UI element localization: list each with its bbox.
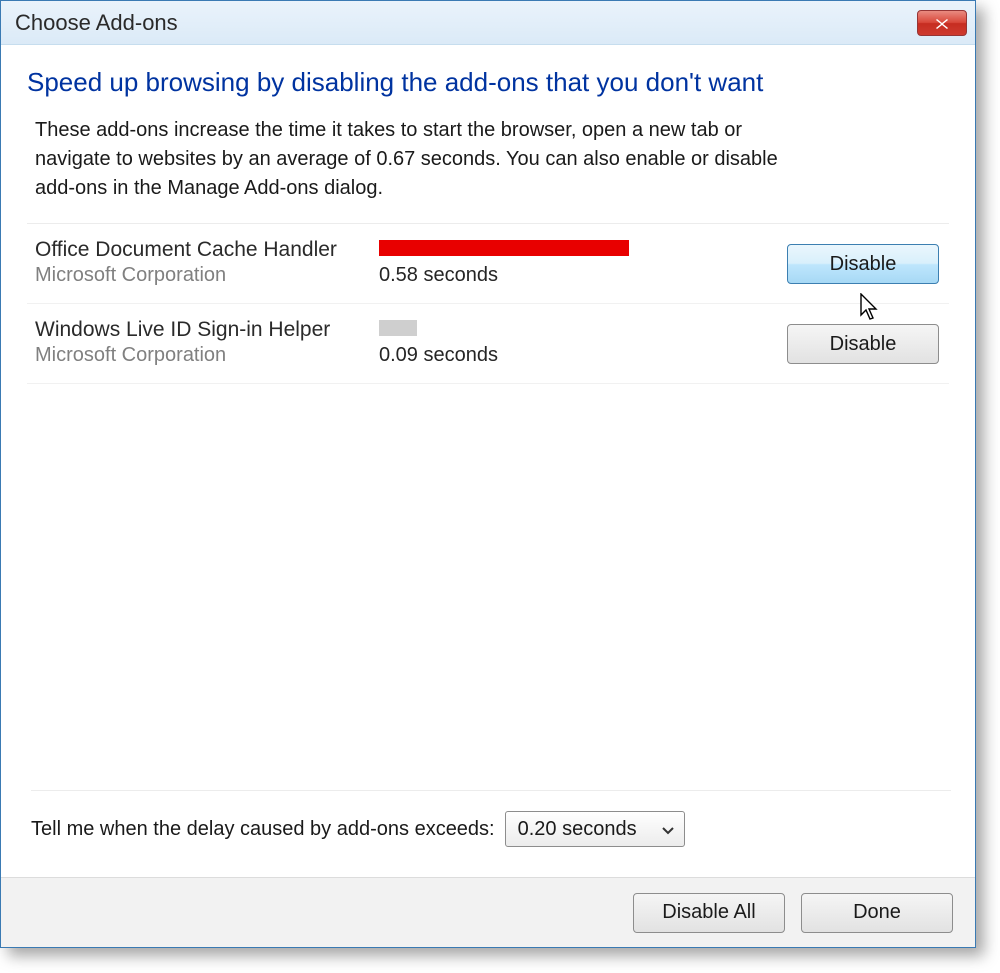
threshold-select[interactable]: 0.20 seconds (505, 811, 685, 847)
headline: Speed up browsing by disabling the add-o… (27, 67, 949, 98)
addon-publisher: Microsoft Corporation (35, 344, 379, 367)
threshold-row: Tell me when the delay caused by add-ons… (31, 790, 951, 847)
dialog-body: Speed up browsing by disabling the add-o… (1, 45, 975, 384)
addon-row: Office Document Cache Handler Microsoft … (27, 224, 949, 304)
done-button[interactable]: Done (801, 893, 953, 933)
load-time-label: 0.09 seconds (379, 344, 689, 367)
close-icon (935, 10, 949, 36)
load-time-bar (379, 320, 417, 336)
load-time-label: 0.58 seconds (379, 264, 689, 287)
close-button[interactable] (917, 10, 967, 36)
addon-name: Office Document Cache Handler (35, 238, 379, 262)
addon-list: Office Document Cache Handler Microsoft … (27, 223, 949, 384)
addon-name: Windows Live ID Sign-in Helper (35, 318, 379, 342)
load-time-bar (379, 240, 629, 256)
intro-text: These add-ons increase the time it takes… (27, 116, 787, 203)
addon-row: Windows Live ID Sign-in Helper Microsoft… (27, 304, 949, 384)
disable-button[interactable]: Disable (787, 244, 939, 284)
dialog-footer: Disable All Done (1, 877, 975, 947)
window-title: Choose Add-ons (15, 10, 917, 36)
threshold-label: Tell me when the delay caused by add-ons… (31, 818, 495, 841)
disable-button[interactable]: Disable (787, 324, 939, 364)
title-bar: Choose Add-ons (1, 1, 975, 45)
dialog-window: Choose Add-ons Speed up browsing by disa… (0, 0, 976, 948)
disable-all-button[interactable]: Disable All (633, 893, 785, 933)
addon-publisher: Microsoft Corporation (35, 264, 379, 287)
threshold-value: 0.20 seconds (518, 818, 637, 841)
chevron-down-icon (662, 818, 674, 841)
